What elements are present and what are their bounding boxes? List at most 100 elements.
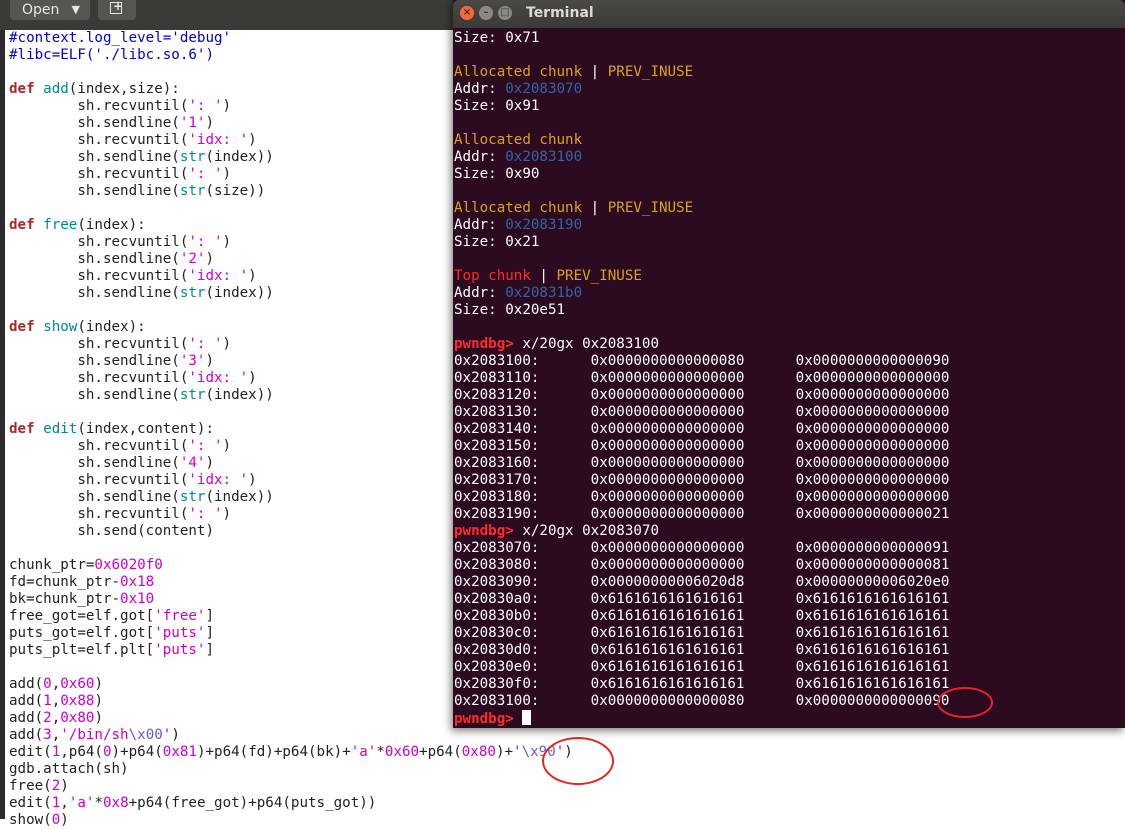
code-line-token: 3 bbox=[43, 727, 52, 743]
terminal-line-token: 0x2083120: 0x0000000000000000 0x00000000… bbox=[454, 387, 950, 403]
terminal-line: pwndbg> bbox=[454, 710, 1122, 727]
terminal-line-token: PREV_INUSE bbox=[556, 268, 642, 284]
terminal-window[interactable]: × – □ Terminal Size: 0x71 Allocated chunk… bbox=[453, 0, 1125, 728]
code-line-token: puts_plt=elf.plt[ bbox=[9, 642, 155, 658]
code-line-token: ] bbox=[205, 642, 215, 658]
code-line-token: str bbox=[179, 489, 206, 505]
highlight-circle-code bbox=[542, 737, 614, 785]
code-line: def edit(index,content): bbox=[9, 421, 509, 438]
code-line-token: \x00 bbox=[128, 727, 163, 743]
terminal-line: 0x2083150: 0x0000000000000000 0x00000000… bbox=[454, 438, 1122, 455]
code-line-token: sh.recvuntil( bbox=[9, 132, 189, 148]
code-line-token: sh.sendline( bbox=[9, 353, 180, 369]
terminal-line: Size: 0x90 bbox=[454, 166, 1122, 183]
terminal-line-token: pwndbg> bbox=[454, 711, 523, 727]
maximize-window-button[interactable]: □ bbox=[498, 6, 512, 20]
code-line-token: '/bin/sh bbox=[60, 727, 129, 743]
code-line-token: (index): bbox=[77, 319, 146, 335]
code-line-token: ': ' bbox=[188, 98, 223, 114]
code-line-token: sh.sendline( bbox=[9, 489, 180, 505]
code-line: def show(index): bbox=[9, 319, 509, 336]
terminal-titlebar[interactable]: × – □ Terminal bbox=[453, 0, 1125, 28]
terminal-line: 0x2083070: 0x0000000000000000 0x00000000… bbox=[454, 540, 1122, 557]
close-window-button[interactable]: × bbox=[460, 6, 474, 20]
code-line-token: ) bbox=[222, 166, 232, 182]
code-line-token: puts_got=elf.got[ bbox=[9, 625, 155, 641]
terminal-output[interactable]: Size: 0x71 Allocated chunk | PREV_INUSE Ad… bbox=[454, 30, 1122, 727]
terminal-line: 0x2083120: 0x0000000000000000 0x00000000… bbox=[454, 387, 1122, 404]
code-line: sh.recvuntil('idx: ') bbox=[9, 472, 509, 489]
terminal-line-token: 0x20830d0: 0x6161616161616161 0x61616161… bbox=[454, 642, 950, 658]
code-line-token: , bbox=[51, 693, 61, 709]
code-line-token: 0 bbox=[51, 812, 61, 828]
terminal-line-token: Size: 0x71 bbox=[454, 30, 540, 46]
code-line-token: 0x10 bbox=[120, 591, 155, 607]
code-line: add(3,'/bin/sh\x00') bbox=[9, 727, 509, 744]
code-line-token: 1 bbox=[51, 795, 61, 811]
code-line-token: chunk_ptr= bbox=[9, 557, 95, 573]
open-button[interactable]: Open ▼ bbox=[10, 0, 90, 20]
terminal-line: Addr: 0x20831b0 bbox=[454, 285, 1122, 302]
code-line-token: , bbox=[51, 710, 61, 726]
terminal-line: 0x2083160: 0x0000000000000000 0x00000000… bbox=[454, 455, 1122, 472]
terminal-line-token: 0x2083190: 0x0000000000000000 0x00000000… bbox=[454, 506, 950, 522]
terminal-cursor bbox=[522, 710, 532, 725]
code-editor[interactable]: #context.log_level='debug' #libc=ELF('./l… bbox=[9, 30, 573, 829]
terminal-line-token: x/20gx 0x2083070 bbox=[522, 523, 660, 539]
minimize-window-button[interactable]: – bbox=[479, 6, 493, 20]
code-line: bk=chunk_ptr-0x10 bbox=[9, 591, 509, 608]
code-line: add(1,0x88) bbox=[9, 693, 509, 710]
terminal-line-token: 0x20831b0 bbox=[505, 285, 583, 301]
terminal-line: 0x20830f0: 0x6161616161616161 0x61616161… bbox=[454, 676, 1122, 693]
code-line-token: , bbox=[51, 727, 61, 743]
chevron-down-icon: ▼ bbox=[71, 3, 80, 16]
terminal-line: 0x2083190: 0x0000000000000000 0x00000000… bbox=[454, 506, 1122, 523]
code-line-token: sh.recvuntil( bbox=[9, 506, 189, 522]
terminal-line-token: Size: 0x90 bbox=[454, 166, 540, 182]
code-line-token: , bbox=[60, 795, 69, 811]
code-line-token: ) bbox=[205, 353, 215, 369]
code-line-token: 'free' bbox=[154, 608, 206, 624]
code-line-token: def bbox=[9, 421, 44, 437]
terminal-line: Size: 0x71 bbox=[454, 30, 1122, 47]
code-line-token: '4' bbox=[179, 455, 206, 471]
code-line-token: sh.sendline( bbox=[9, 251, 180, 267]
code-line: #libc=ELF('./libc.so.6') bbox=[9, 47, 509, 64]
code-line-token: ) bbox=[248, 472, 257, 488]
code-line: chunk_ptr=0x6020f0 bbox=[9, 557, 509, 574]
code-line-token: ': ' bbox=[188, 234, 223, 250]
terminal-line-token: pwndbg> bbox=[454, 336, 523, 352]
code-line-token: ' bbox=[513, 744, 522, 760]
new-document-button[interactable]: + bbox=[98, 0, 136, 20]
code-line-token: (index,size): bbox=[68, 81, 180, 97]
terminal-line: 0x2083130: 0x0000000000000000 0x00000000… bbox=[454, 404, 1122, 421]
highlight-circle-terminal bbox=[937, 687, 993, 718]
terminal-line: 0x2083170: 0x0000000000000000 0x00000000… bbox=[454, 472, 1122, 489]
terminal-line-token: Allocated chunk bbox=[454, 64, 583, 80]
code-line-token: 'a' bbox=[350, 744, 377, 760]
code-line-token: 'puts' bbox=[154, 642, 206, 658]
code-line: gdb.attach(sh) bbox=[9, 761, 509, 778]
terminal-line: Allocated chunk | PREV_INUSE bbox=[454, 64, 1122, 81]
terminal-line-token: | bbox=[582, 200, 608, 216]
terminal-line-token: 0x2083070 bbox=[505, 81, 583, 97]
code-line-token: free( bbox=[9, 778, 52, 794]
terminal-line: 0x2083140: 0x0000000000000000 0x00000000… bbox=[454, 421, 1122, 438]
code-line-token: def bbox=[9, 319, 44, 335]
terminal-line-token: Allocated chunk bbox=[454, 200, 583, 216]
terminal-line-token: Addr: bbox=[454, 217, 506, 233]
code-line-token: add bbox=[43, 81, 69, 97]
terminal-line-token: 0x20830c0: 0x6161616161616161 0x61616161… bbox=[454, 625, 950, 641]
terminal-line-token: 0x2083150: 0x0000000000000000 0x00000000… bbox=[454, 438, 950, 454]
code-line-token: gdb.attach(sh) bbox=[9, 761, 129, 777]
code-line-token: (index)) bbox=[205, 387, 274, 403]
code-line: fd=chunk_ptr-0x18 bbox=[9, 574, 509, 591]
code-line: sh.recvuntil('idx: ') bbox=[9, 370, 509, 387]
terminal-line-token: Addr: bbox=[454, 149, 506, 165]
code-line-token: 0x80 bbox=[461, 744, 496, 760]
terminal-line-token: 0x2083110: 0x0000000000000000 0x00000000… bbox=[454, 370, 950, 386]
